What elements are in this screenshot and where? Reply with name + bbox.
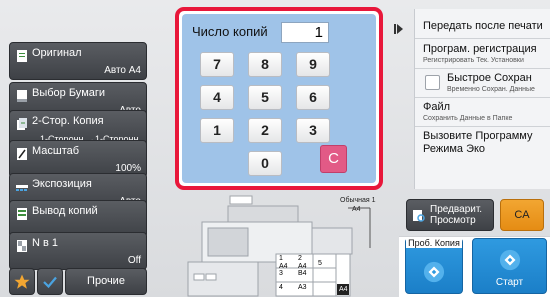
check-settings-button[interactable] xyxy=(37,268,63,295)
clear-all-button[interactable]: CA xyxy=(500,199,544,231)
divider xyxy=(415,126,550,127)
key-8[interactable]: 8 xyxy=(248,52,282,77)
right-action-panel: Передать после печати Програм. регистрац… xyxy=(414,9,550,189)
check-icon xyxy=(43,276,57,289)
start-button[interactable]: Старт xyxy=(472,238,547,294)
test-copy-button[interactable]: Проб. Копия xyxy=(405,238,463,294)
favorites-button[interactable] xyxy=(9,268,35,295)
copies-input[interactable]: 1 xyxy=(281,22,329,43)
others-button[interactable]: Прочие xyxy=(65,268,147,295)
tray-1-number: 1 xyxy=(279,255,283,262)
original-setting-button[interactable]: Оригинал Авто A4 xyxy=(9,42,147,80)
key-9[interactable]: 9 xyxy=(296,52,330,77)
test-copy-label: Проб. Копия xyxy=(406,238,462,248)
tray-1-size: A4 xyxy=(279,263,288,270)
program-registration-sub: Регистрировать Тек. Установки xyxy=(423,57,524,64)
key-1[interactable]: 1 xyxy=(200,118,234,143)
divider xyxy=(415,97,550,98)
tray-4-number: 4 xyxy=(279,284,283,291)
tray-3-size: B4 xyxy=(298,270,307,277)
tray-2-number: 2 xyxy=(298,255,302,262)
key-3[interactable]: 3 xyxy=(296,118,330,143)
tray-4-size: A3 xyxy=(298,284,307,291)
eco-program-label: Вызовите Программу Режима Эко xyxy=(423,130,533,155)
n-up-label: N в 1 xyxy=(32,237,59,249)
test-copy-diamond-icon xyxy=(423,261,445,283)
preview-button[interactable]: Предварит. Просмотр xyxy=(406,199,494,231)
divider xyxy=(415,68,550,69)
duplex-copy-label: 2-Стор. Копия xyxy=(32,115,104,127)
copies-label: Число копий xyxy=(192,24,268,39)
copies-keypad-popup: Число копий 1 7 8 9 4 5 6 1 2 3 0 C xyxy=(175,7,383,190)
key-0[interactable]: 0 xyxy=(248,151,282,176)
quick-save-button[interactable]: Быстрое Сохран Временно Сохран. Данные xyxy=(421,72,546,94)
quick-save-checkbox[interactable] xyxy=(425,75,440,90)
quick-save-sub: Временно Сохран. Данные xyxy=(447,86,535,93)
bypass-size: A4 xyxy=(339,286,348,293)
output-tray-paper: A4 xyxy=(352,206,361,213)
start-label: Старт xyxy=(495,277,524,288)
zoom-icon xyxy=(17,148,27,160)
original-icon xyxy=(17,50,27,62)
start-diamond-icon xyxy=(499,249,521,271)
copier-illustration xyxy=(187,195,371,297)
program-registration-button[interactable]: Програм. регистрация Регистрировать Тек.… xyxy=(423,43,546,65)
n-up-icon xyxy=(17,240,27,252)
key-6[interactable]: 6 xyxy=(296,85,330,110)
star-icon xyxy=(14,274,30,289)
clear-key[interactable]: C xyxy=(320,145,347,173)
tray-3-number: 3 xyxy=(279,270,283,277)
divider xyxy=(415,38,550,39)
program-registration-label: Програм. регистрация xyxy=(423,43,537,55)
duplex-icon xyxy=(17,118,27,130)
panel-collapse-arrow-icon[interactable] xyxy=(394,23,404,35)
keypad-body: Число копий 1 7 8 9 4 5 6 1 2 3 0 C xyxy=(182,14,376,183)
send-after-print-button[interactable]: Передать после печати xyxy=(423,20,546,33)
preview-icon xyxy=(413,210,425,222)
paper-select-label: Выбор Бумаги xyxy=(32,87,106,99)
tray-5-number: 5 xyxy=(318,260,322,267)
exposure-icon xyxy=(16,185,28,191)
eco-program-button[interactable]: Вызовите Программу Режима Эко xyxy=(423,130,542,156)
output-tray-label: Обычная 1 xyxy=(340,197,376,204)
file-button[interactable]: Файл Сохранить Данные в Папке xyxy=(423,101,546,123)
zoom-label: Масштаб xyxy=(32,145,80,157)
file-label: Файл xyxy=(423,101,451,113)
preview-label: Предварит. Просмотр xyxy=(430,204,483,226)
original-value: Авто A4 xyxy=(104,65,141,76)
key-2[interactable]: 2 xyxy=(248,118,282,143)
machine-preview: Обычная 1 A4 1 A4 2 A4 3 B4 4 A3 5 A4 xyxy=(168,188,380,297)
file-sub: Сохранить Данные в Папке xyxy=(423,115,513,122)
output-icon xyxy=(17,208,27,220)
quick-save-label: Быстрое Сохран xyxy=(447,72,532,84)
n-up-button[interactable]: N в 1 Off xyxy=(9,232,147,270)
original-label: Оригинал xyxy=(32,47,82,59)
copy-screen: Оригинал Авто A4 Выбор Бумаги Авто 2-Сто… xyxy=(0,0,550,297)
exposure-label: Экспозиция xyxy=(32,178,92,190)
send-after-print-label: Передать после печати xyxy=(423,20,543,32)
copy-output-label: Вывод копий xyxy=(32,205,98,217)
key-4[interactable]: 4 xyxy=(200,85,234,110)
tray-2-size: A4 xyxy=(298,263,307,270)
key-7[interactable]: 7 xyxy=(200,52,234,77)
key-5[interactable]: 5 xyxy=(248,85,282,110)
others-label: Прочие xyxy=(87,275,125,287)
paper-select-icon xyxy=(17,90,27,102)
n-up-value: Off xyxy=(127,255,141,266)
